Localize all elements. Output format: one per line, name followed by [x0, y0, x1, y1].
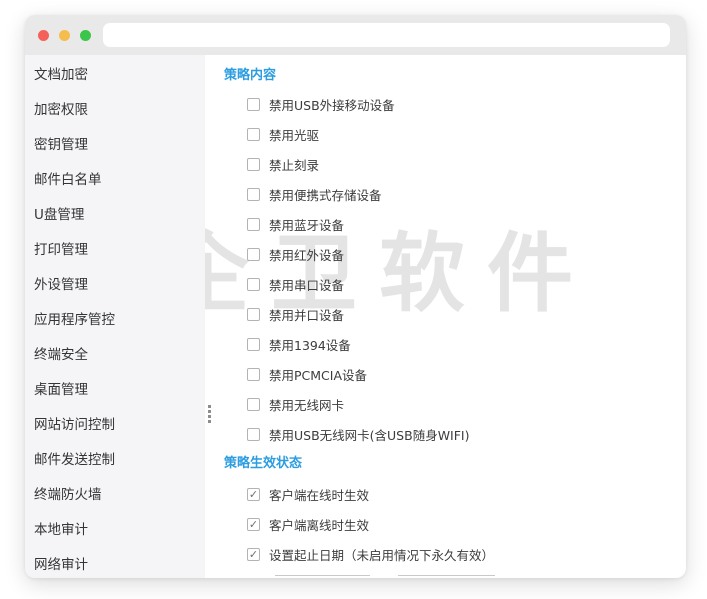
sidebar-item-website-access-control[interactable]: 网站访问控制: [25, 408, 205, 443]
policy-row-disable-wireless-nic: 禁用无线网卡: [224, 389, 686, 419]
minimize-button-icon[interactable]: [59, 30, 70, 41]
policy-row-disable-serial-port: 禁用串口设备: [224, 269, 686, 299]
zoom-button-icon[interactable]: [80, 30, 91, 41]
checkbox-label: 禁用串口设备: [269, 275, 344, 294]
policy-content-section-title: 策略内容: [224, 67, 686, 85]
policy-row-disable-pcmcia: 禁用PCMCIA设备: [224, 359, 686, 389]
close-button-icon[interactable]: [38, 30, 49, 41]
policy-row-disable-usb-mobile: 禁用USB外接移动设备: [224, 89, 686, 119]
checkbox-label: 禁止刻录: [269, 155, 319, 174]
sidebar-item-key-management[interactable]: 密钥管理: [25, 128, 205, 163]
checkbox[interactable]: [247, 548, 260, 561]
title-bar: [25, 15, 686, 55]
checkbox[interactable]: [247, 518, 260, 531]
checkbox-label: 禁用无线网卡: [269, 395, 344, 414]
sidebar-item-peripheral-management[interactable]: 外设管理: [25, 268, 205, 303]
checkbox[interactable]: [247, 488, 260, 501]
address-bar-input[interactable]: [103, 23, 670, 47]
checkbox[interactable]: [247, 248, 260, 261]
checkbox-label: 客户端离线时生效: [269, 515, 369, 534]
checkbox-label: 禁用USB无线网卡(含USB随身WIFI): [269, 425, 470, 444]
policy-row-disable-1394: 禁用1394设备: [224, 329, 686, 359]
sidebar-item-app-control[interactable]: 应用程序管控: [25, 303, 205, 338]
policy-row-disable-usb-wireless-nic: 禁用USB无线网卡(含USB随身WIFI): [224, 419, 686, 449]
sidebar-nav: 文档加密 加密权限 密钥管理 邮件白名单 U盘管理 打印管理 外设管理 应用程序…: [25, 55, 205, 578]
checkbox-label: 禁用蓝牙设备: [269, 215, 344, 234]
policy-row-disable-bluetooth: 禁用蓝牙设备: [224, 209, 686, 239]
checkbox-label: 禁用USB外接移动设备: [269, 95, 395, 114]
sidebar-resize-handle[interactable]: [208, 405, 211, 423]
policy-content-panel: 策略内容 禁用USB外接移动设备 禁用光驱 禁止刻录 禁用便携式存储设备: [205, 55, 686, 578]
sidebar-item-desktop-management[interactable]: 桌面管理: [25, 373, 205, 408]
sidebar-item-endpoint-security[interactable]: 终端安全: [25, 338, 205, 373]
status-row-offline-effective: 客户端离线时生效: [224, 509, 686, 539]
app-window: 信企卫软件 文档加密 加密权限 密钥管理 邮件白名单 U盘管理 打印管理 外设管…: [25, 15, 686, 578]
status-checkbox-list: 客户端在线时生效 客户端离线时生效 设置起止日期（未启用情况下永久有效）: [224, 479, 686, 569]
window-body: 文档加密 加密权限 密钥管理 邮件白名单 U盘管理 打印管理 外设管理 应用程序…: [25, 55, 686, 578]
checkbox[interactable]: [247, 188, 260, 201]
traffic-lights: [38, 30, 91, 41]
checkbox[interactable]: [247, 128, 260, 141]
policy-row-disable-infrared: 禁用红外设备: [224, 239, 686, 269]
start-date-input[interactable]: [275, 560, 370, 576]
checkbox-label: 禁用并口设备: [269, 305, 344, 324]
checkbox[interactable]: [247, 338, 260, 351]
policy-row-disable-optical-drive: 禁用光驱: [224, 119, 686, 149]
checkbox-label: 禁用1394设备: [269, 335, 351, 354]
policy-row-disable-portable-storage: 禁用便携式存储设备: [224, 179, 686, 209]
checkbox-label: 禁用PCMCIA设备: [269, 365, 367, 384]
checkbox-label: 禁用便携式存储设备: [269, 185, 382, 204]
checkbox[interactable]: [247, 308, 260, 321]
checkbox-label: 客户端在线时生效: [269, 485, 369, 504]
checkbox-label: 禁用红外设备: [269, 245, 344, 264]
sidebar-item-mail-sending-control[interactable]: 邮件发送控制: [25, 443, 205, 478]
checkbox[interactable]: [247, 158, 260, 171]
sidebar-item-encryption-permission[interactable]: 加密权限: [25, 93, 205, 128]
sidebar-item-endpoint-firewall[interactable]: 终端防火墙: [25, 478, 205, 513]
end-date-input[interactable]: [398, 560, 495, 576]
checkbox[interactable]: [247, 278, 260, 291]
sidebar-item-local-audit[interactable]: 本地审计: [25, 513, 205, 548]
sidebar-item-mail-whitelist[interactable]: 邮件白名单: [25, 163, 205, 198]
policy-status-section-title: 策略生效状态: [224, 455, 686, 473]
checkbox[interactable]: [247, 218, 260, 231]
checkbox-label: 禁用光驱: [269, 125, 319, 144]
sidebar-item-document-encryption[interactable]: 文档加密: [25, 58, 205, 93]
policy-checkbox-list: 禁用USB外接移动设备 禁用光驱 禁止刻录 禁用便携式存储设备 禁用蓝牙设备: [224, 89, 686, 449]
checkbox[interactable]: [247, 428, 260, 441]
policy-row-forbid-burning: 禁止刻录: [224, 149, 686, 179]
status-row-online-effective: 客户端在线时生效: [224, 479, 686, 509]
checkbox[interactable]: [247, 98, 260, 111]
sidebar-item-print-management[interactable]: 打印管理: [25, 233, 205, 268]
checkbox[interactable]: [247, 368, 260, 381]
policy-row-disable-parallel-port: 禁用并口设备: [224, 299, 686, 329]
checkbox[interactable]: [247, 398, 260, 411]
sidebar-item-network-audit[interactable]: 网络审计: [25, 548, 205, 578]
sidebar-item-usb-disk-management[interactable]: U盘管理: [25, 198, 205, 233]
